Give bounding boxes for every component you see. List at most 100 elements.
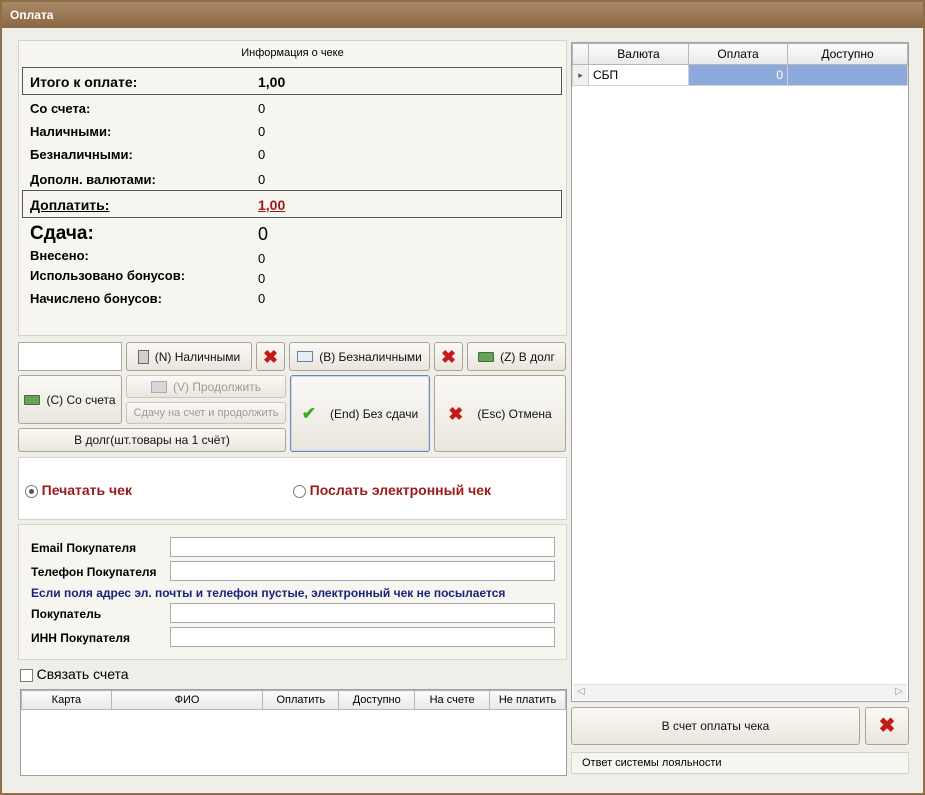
cashless-label: Безналичными: xyxy=(30,147,133,162)
total-label: Итого к оплате: xyxy=(30,74,138,90)
column-header-available[interactable]: Доступно xyxy=(338,690,416,710)
clear-cashless-button[interactable]: ✖ xyxy=(434,342,463,371)
column-header-balance[interactable]: На счете xyxy=(414,690,491,710)
from-account-value: 0 xyxy=(258,101,266,116)
cash-button-label: (N) Наличными xyxy=(154,349,241,364)
scroll-left-icon[interactable]: ◁ xyxy=(577,686,585,697)
apply-to-receipt-button-label: В счет оплаты чека xyxy=(661,719,770,733)
inn-field[interactable] xyxy=(170,627,555,647)
no-change-button-label: (End) Без сдачи xyxy=(330,406,419,421)
topay-row: Доплатить: 1,00 xyxy=(22,190,562,218)
link-accounts-label: Связать счета xyxy=(36,666,129,682)
total-row: Итого к оплате: 1,00 xyxy=(22,67,562,95)
column-header-card[interactable]: Карта xyxy=(21,690,112,710)
close-icon: ✖ xyxy=(448,403,464,424)
radio-empty-icon xyxy=(293,485,306,499)
topay-value: 1,00 xyxy=(258,197,286,213)
electronic-receipt-notice: Если поля адрес эл. почты и телефон пуст… xyxy=(31,586,506,600)
currency-grid[interactable]: Валюта Оплата Доступно ▸ СБП 0 ◁ ▷ xyxy=(571,42,909,702)
close-loyalty-button[interactable]: ✖ xyxy=(865,707,909,745)
change-value: 0 xyxy=(258,224,269,244)
money-icon xyxy=(478,351,495,362)
print-receipt-label: Печатать чек xyxy=(41,482,132,498)
total-value: 1,00 xyxy=(258,74,286,90)
column-header-pay[interactable]: Оплатить xyxy=(262,690,340,710)
accounts-table[interactable]: Карта ФИО Оплатить Доступно На счете Не … xyxy=(20,689,567,776)
phone-label: Телефон Покупателя xyxy=(31,565,157,579)
calculator-icon xyxy=(137,349,149,364)
amount-input[interactable] xyxy=(18,342,122,371)
deposited-label: Внесено: xyxy=(30,248,89,263)
change-to-account-button[interactable]: Сдачу на счет и продолжить xyxy=(126,402,286,424)
bonus-accrued-value: 0 xyxy=(258,291,266,306)
debt-button[interactable]: (Z) В долг xyxy=(467,342,566,371)
checkbox-icon xyxy=(20,669,33,683)
row-header-corner xyxy=(572,43,589,65)
email-label: Email Покупателя xyxy=(31,541,137,555)
change-to-account-button-label: Сдачу на счет и продолжить xyxy=(133,407,279,419)
loyalty-response-panel: Ответ системы лояльности xyxy=(571,752,909,774)
bonus-used-value: 0 xyxy=(258,271,266,286)
apply-to-receipt-button[interactable]: В счет оплаты чека xyxy=(571,707,860,745)
cancel-button-label: (Esc) Отмена xyxy=(477,406,552,421)
available-cell[interactable] xyxy=(787,64,908,86)
send-electronic-label: Послать электронный чек xyxy=(309,482,492,498)
cash-button[interactable]: (N) Наличными xyxy=(126,342,252,371)
column-header-available[interactable]: Доступно xyxy=(787,43,908,65)
phone-field[interactable] xyxy=(170,561,555,581)
card-icon xyxy=(297,351,314,362)
payment-window: Оплата Информация о чеке Итого к оплате:… xyxy=(0,0,925,795)
row-pointer-icon: ▸ xyxy=(572,64,589,86)
close-icon: ✖ xyxy=(262,346,279,367)
change-label: Сдача: xyxy=(30,223,94,244)
cancel-button[interactable]: ✖ (Esc) Отмена xyxy=(434,375,566,452)
loyalty-response-label: Ответ системы лояльности xyxy=(582,757,722,769)
window-title: Оплата xyxy=(2,2,923,28)
radio-selected-icon xyxy=(25,485,38,499)
extra-currency-label: Дополн. валютами: xyxy=(30,172,156,187)
cash-value: 0 xyxy=(258,124,266,139)
from-account-button-label: (C) Со счета xyxy=(46,392,116,407)
column-header-payment[interactable]: Оплата xyxy=(688,43,788,65)
horizontal-scrollbar[interactable]: ◁ ▷ xyxy=(573,684,907,700)
column-header-currency[interactable]: Валюта xyxy=(588,43,689,65)
close-icon: ✖ xyxy=(440,346,457,367)
print-receipt-option[interactable]: Печатать чек xyxy=(25,482,132,499)
bonus-used-label: Использовано бонусов: xyxy=(30,268,186,283)
cashless-button[interactable]: (B) Безналичными xyxy=(289,342,430,371)
inn-label: ИНН Покупателя xyxy=(31,631,131,645)
close-icon: ✖ xyxy=(878,715,896,737)
receipt-info-header: Информация о чеке xyxy=(241,47,344,59)
checkmark-icon: ✔ xyxy=(301,403,317,423)
receipt-info-panel: Информация о чеке Итого к оплате: 1,00 С… xyxy=(18,40,567,336)
from-account-label: Со счета: xyxy=(30,101,91,116)
send-electronic-option[interactable]: Послать электронный чек xyxy=(293,482,492,499)
column-header-name[interactable]: ФИО xyxy=(110,690,264,710)
currency-cell[interactable]: СБП xyxy=(588,64,689,86)
clear-cash-button[interactable]: ✖ xyxy=(256,342,285,371)
extra-currency-value: 0 xyxy=(258,172,266,187)
buyer-field[interactable] xyxy=(170,603,555,623)
column-header-no-pay[interactable]: Не платить xyxy=(489,690,566,710)
email-field[interactable] xyxy=(170,537,555,557)
printer-icon xyxy=(151,380,168,393)
customer-panel: Email Покупателя Телефон Покупателя Если… xyxy=(18,524,567,660)
continue-button-label: (V) Продолжить xyxy=(173,379,261,394)
debt-items-button-label: В долг(шт.товары на 1 счёт) xyxy=(74,433,230,447)
payment-cell[interactable]: 0 xyxy=(688,64,788,86)
table-row[interactable]: ▸ СБП 0 xyxy=(572,64,908,86)
scroll-right-icon[interactable]: ▷ xyxy=(895,686,903,697)
money-icon xyxy=(24,394,41,405)
topay-label: Доплатить: xyxy=(30,197,110,213)
cashless-value: 0 xyxy=(258,147,266,162)
debt-items-button[interactable]: В долг(шт.товары на 1 счёт) xyxy=(18,428,286,452)
print-options-panel: Печатать чек Послать электронный чек xyxy=(18,457,567,520)
deposited-value: 0 xyxy=(258,251,266,266)
no-change-button[interactable]: ✔ (End) Без сдачи xyxy=(290,375,430,452)
bonus-accrued-label: Начислено бонусов: xyxy=(30,291,163,306)
continue-button[interactable]: (V) Продолжить xyxy=(126,375,286,398)
link-accounts-checkbox[interactable]: Связать счета xyxy=(20,666,129,683)
buyer-label: Покупатель xyxy=(31,607,102,621)
from-account-button[interactable]: (C) Со счета xyxy=(18,375,122,424)
cashless-button-label: (B) Безналичными xyxy=(319,349,422,364)
